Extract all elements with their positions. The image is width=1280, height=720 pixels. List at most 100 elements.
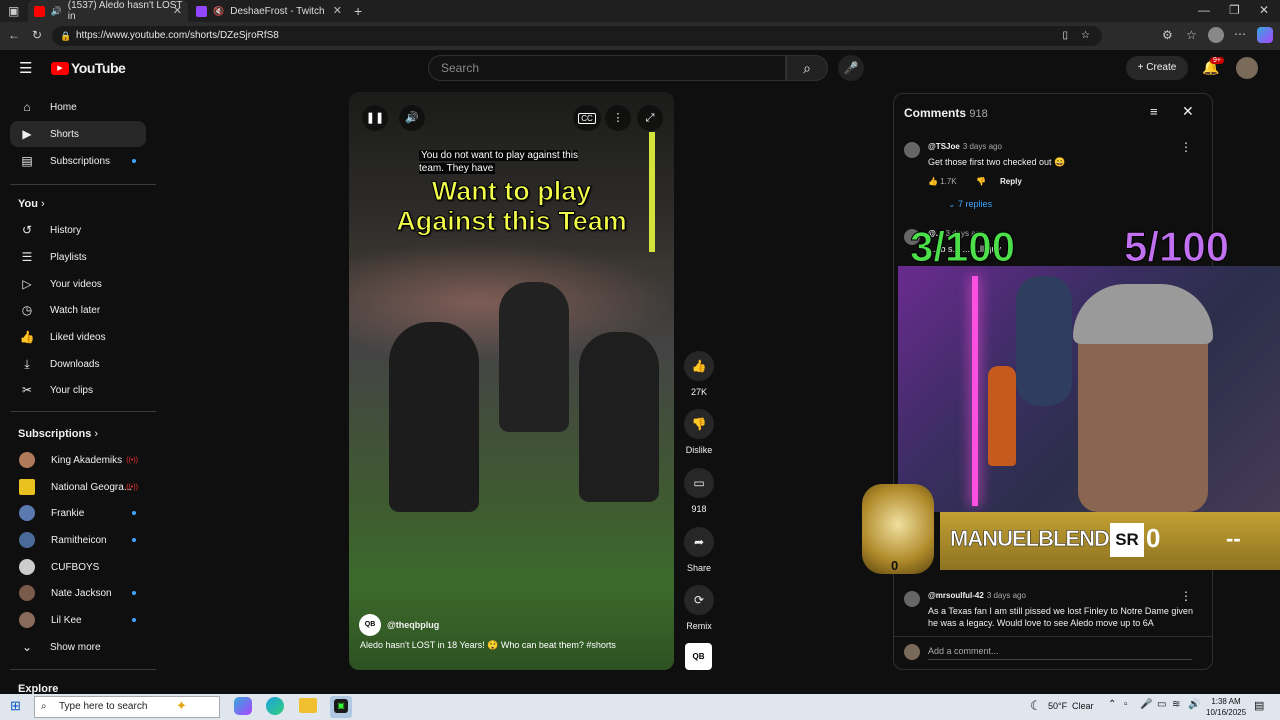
account-avatar[interactable] (1236, 57, 1258, 79)
sidebar-item-liked-videos[interactable]: 👍 Liked videos (10, 324, 146, 350)
channel-info[interactable]: QB @theqbplug (359, 614, 439, 636)
player-figure (499, 282, 569, 432)
streamer-name: MANUELBLENDZ (950, 526, 1123, 552)
terminal-app-icon[interactable]: ▣ (334, 699, 348, 713)
voice-search-button[interactable]: 🎤 (838, 55, 864, 81)
sidebar-item-label: Nate Jackson (51, 587, 112, 599)
weather-desc[interactable]: Clear (1072, 701, 1094, 711)
commenter-avatar[interactable] (904, 591, 920, 607)
more-icon[interactable]: ⋯ (1234, 27, 1246, 41)
like-button[interactable]: 👍 27K (680, 351, 718, 397)
sidebar-item-channel[interactable]: CUFBOYS (10, 554, 146, 580)
you-heading[interactable]: You › (18, 198, 45, 210)
file-explorer-icon[interactable] (299, 698, 317, 713)
commenter-avatar[interactable] (904, 142, 920, 158)
volume-tray-icon[interactable]: 🔊 (1188, 699, 1200, 710)
tab-twitch[interactable]: 🔇 DeshaeFrost - Twitch ✕ (190, 0, 348, 22)
hamburger-menu-icon[interactable]: ☰ (19, 59, 32, 77)
favorite-star-icon[interactable]: ☆ (1081, 26, 1090, 46)
maximize-icon[interactable]: ❐ (1229, 3, 1240, 17)
sidebar-item-home[interactable]: ⌂ Home (10, 94, 146, 120)
more-options-button[interactable]: ⋮ (605, 105, 631, 131)
volume-button[interactable]: 🔊 (399, 105, 425, 131)
extensions-icon[interactable]: ⚙ (1162, 28, 1173, 42)
favorites-icon[interactable]: ☆ (1186, 28, 1197, 42)
tab-youtube[interactable]: 🔊 (1537) Aledo hasn't LOST in ✕ (28, 0, 188, 22)
copilot-taskbar-icon[interactable] (234, 697, 252, 715)
comment-menu-icon[interactable]: ⋮ (1180, 140, 1192, 154)
search-input[interactable]: Search (428, 55, 786, 81)
weather-temp[interactable]: 50°F (1048, 701, 1067, 711)
muted-icon[interactable]: 🔇 (213, 6, 224, 17)
reply-button[interactable]: Reply (1000, 177, 1022, 186)
comment-like-button[interactable]: 👍 1.7K (928, 177, 957, 186)
back-icon[interactable]: ← (8, 28, 20, 42)
add-comment-input[interactable]: Add a comment... (928, 644, 1192, 660)
close-icon[interactable]: ✕ (1182, 103, 1194, 120)
sort-icon[interactable]: ≡ (1150, 104, 1158, 119)
notifications-icon[interactable]: ▤ (1254, 699, 1264, 712)
windows-start-icon[interactable]: ⊞ (10, 698, 21, 714)
sidebar-item-channel[interactable]: National Geogra... ((•)) (10, 474, 146, 500)
stream-banner: MANUELBLENDZ SR 0 -- (940, 512, 1280, 570)
sidebar-item-downloads[interactable]: ⤓ Downloads (10, 351, 146, 377)
weather-icon[interactable]: ☾ (1030, 698, 1042, 714)
sidebar-item-watch-later[interactable]: ◷ Watch later (10, 297, 146, 323)
site-info-icon[interactable]: 🔒 (60, 26, 71, 46)
share-button[interactable]: ➦ Share (680, 527, 718, 573)
copilot-icon[interactable] (1257, 27, 1273, 43)
sidebar-item-channel[interactable]: Nate Jackson (10, 580, 146, 606)
remix-button[interactable]: ⟳ Remix (680, 585, 718, 631)
sidebar-item-playlists[interactable]: ☰ Playlists (10, 244, 146, 270)
profile-icon[interactable] (1208, 27, 1224, 43)
create-button[interactable]: + Create (1126, 56, 1188, 80)
subscriptions-heading[interactable]: Subscriptions › (18, 428, 98, 440)
fullscreen-button[interactable]: ⤢ (637, 105, 663, 131)
sidebar-item-your-videos[interactable]: ▷ Your videos (10, 271, 146, 297)
youtube-logo[interactable]: ▶ YouTube (51, 60, 126, 76)
refresh-icon[interactable]: ↻ (32, 28, 42, 42)
comment-author[interactable]: @TSJoe 3 days ago (928, 142, 1002, 151)
taskbar-search[interactable]: ⌕ Type here to search (34, 696, 220, 718)
battery-icon[interactable]: ▭ (1157, 699, 1166, 710)
edge-taskbar-icon[interactable] (266, 697, 284, 715)
tray-app-icon[interactable]: ▫ (1124, 699, 1128, 710)
close-window-icon[interactable]: ✕ (1259, 3, 1269, 17)
search-button[interactable]: ⌕ (786, 55, 828, 81)
captions-button[interactable]: CC (573, 105, 601, 131)
sound-thumbnail[interactable]: QB (685, 643, 712, 670)
sidebar-item-channel[interactable]: Ramitheicon (10, 527, 146, 553)
view-replies-button[interactable]: ⌄ 7 replies (948, 199, 992, 210)
audio-playing-icon[interactable]: 🔊 (51, 6, 62, 17)
close-tab-icon[interactable]: ✕ (173, 4, 182, 17)
sidebar-item-history[interactable]: ↺ History (10, 217, 146, 243)
pause-button[interactable]: ❚❚ (362, 105, 388, 131)
minimize-icon[interactable]: — (1198, 3, 1210, 17)
sidebar-item-subscriptions[interactable]: ▤ Subscriptions (10, 148, 146, 174)
close-tab-icon[interactable]: ✕ (333, 4, 342, 17)
sidebar-item-shorts[interactable]: ▶ Shorts (10, 121, 146, 147)
shorts-video-player[interactable]: ❚❚ 🔊 CC ⋮ ⤢ You do not want to play agai… (349, 92, 674, 670)
dislike-button[interactable]: 👎 Dislike (680, 409, 718, 455)
channel-avatar (19, 532, 35, 548)
reader-icon[interactable]: ▯ (1062, 26, 1068, 46)
comments-button[interactable]: ▭ 918 (680, 468, 718, 514)
comment-menu-icon[interactable]: ⋮ (1180, 589, 1192, 603)
new-tab-icon[interactable]: + (354, 3, 362, 19)
sidebar-item-channel[interactable]: King Akademiks ((•)) (10, 447, 146, 473)
microphone-tray-icon[interactable]: 🎤 (1140, 699, 1152, 710)
sidebar-item-channel[interactable]: Lil Kee (10, 607, 146, 633)
clock[interactable]: 1:38 AM 10/16/2025 (1206, 696, 1246, 718)
tray-chevron-up-icon[interactable]: ⌃ (1108, 699, 1116, 710)
wifi-icon[interactable]: ≋ (1172, 699, 1180, 710)
comment-author[interactable]: @mrsoulful-42 3 days ago (928, 591, 1026, 600)
video-title[interactable]: Aledo hasn't LOST in 18 Years! 😲 Who can… (360, 640, 616, 651)
comment-dislike-icon[interactable]: 👎 (976, 177, 986, 186)
sidebar-item-your-clips[interactable]: ✂ Your clips (10, 377, 146, 403)
show-more-button[interactable]: ⌄ Show more (10, 634, 146, 660)
channel-handle[interactable]: @theqbplug (387, 620, 439, 630)
address-bar[interactable]: 🔒 https://www.youtube.com/shorts/DZeSjro… (52, 26, 1102, 46)
search-icon: ⌕ (803, 60, 811, 76)
sidebar-item-channel[interactable]: Frankie (10, 500, 146, 526)
window-menu-icon[interactable]: ▣ (8, 4, 19, 18)
